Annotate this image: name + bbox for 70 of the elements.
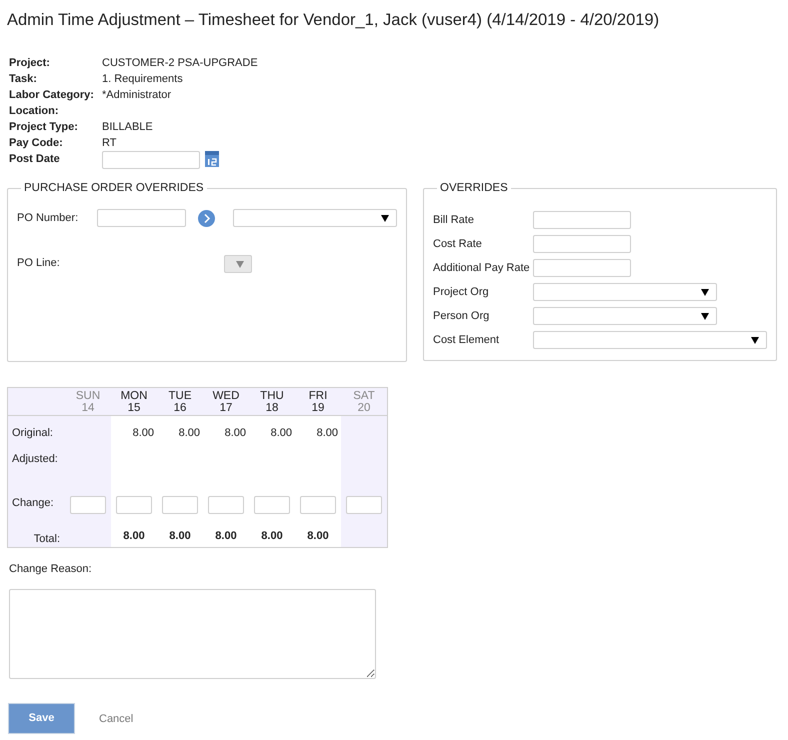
total-value: 8.00	[261, 530, 283, 542]
day-header: SAT 20	[352, 388, 376, 415]
dropdown[interactable]	[533, 331, 767, 350]
field-label: Additional Pay Rate	[433, 261, 531, 276]
hours-field[interactable]	[346, 496, 382, 514]
field-label: PO Line:	[17, 256, 61, 272]
hours-field[interactable]	[254, 496, 290, 514]
panel-legend: PURCHASE ORDER OVERRIDES	[21, 180, 207, 198]
text-field[interactable]	[533, 211, 631, 230]
cancel-link[interactable]: Cancel	[99, 711, 134, 728]
field-label: PO Number:	[17, 211, 80, 226]
panel-legend: OVERRIDES	[437, 180, 511, 198]
row-label: Total:	[34, 532, 61, 546]
change-reason-field[interactable]	[9, 589, 376, 679]
caret-icon	[701, 288, 709, 296]
caret-icon	[381, 214, 389, 222]
total-value: 8.00	[123, 530, 145, 542]
field-label: Location:	[9, 104, 60, 119]
date-field[interactable]	[102, 151, 200, 169]
day-header: MON 15	[120, 388, 148, 415]
field-label: Cost Rate	[433, 237, 483, 252]
page-title: Admin Time Adjustment – Timesheet for Vendor_1, Jack (vuser4) (4/14/2019 - 4/20/2019)	[7, 10, 660, 31]
dropdown[interactable]	[233, 209, 397, 228]
hours-value: 8.00	[270, 427, 292, 439]
field-label: Project Org	[433, 285, 490, 300]
hours-value: 8.00	[132, 427, 154, 439]
row-label: Change:	[12, 496, 55, 511]
total-value: 8.00	[169, 530, 191, 542]
hours-field[interactable]	[70, 496, 106, 514]
hours-field[interactable]	[300, 496, 336, 514]
caret-icon	[701, 312, 709, 320]
caret-icon	[236, 260, 244, 268]
field-label: Post Date	[9, 152, 61, 167]
total-value: 8.00	[307, 530, 329, 542]
text-field[interactable]	[97, 209, 186, 228]
day-header: SUN 14	[74, 388, 102, 415]
field-value: CUSTOMER-2 PSA-UPGRADE	[102, 56, 258, 71]
field-label: Pay Code:	[9, 136, 64, 151]
total-value: 8.00	[215, 530, 237, 542]
row-label: Adjusted:	[12, 452, 59, 466]
field-value: BILLABLE	[102, 120, 153, 135]
day-header: THU 18	[259, 388, 285, 415]
row-label: Original:	[12, 426, 54, 441]
field-label: Bill Rate	[433, 213, 475, 228]
field-value: RT	[102, 136, 116, 151]
day-header: FRI 19	[308, 388, 328, 415]
hours-value: 8.00	[316, 427, 338, 439]
hours-field[interactable]	[208, 496, 244, 514]
field-value: *Administrator	[102, 88, 172, 103]
hours-field[interactable]	[116, 496, 152, 514]
field-label: Project Type:	[9, 120, 79, 135]
text-field[interactable]	[533, 259, 631, 278]
field-label: Project:	[9, 56, 51, 71]
save-button[interactable]: Save	[8, 703, 75, 734]
field-value: 1. Requirements	[102, 72, 183, 87]
dropdown[interactable]	[533, 283, 717, 302]
dropdown[interactable]	[533, 307, 717, 326]
field-label: Labor Category:	[9, 88, 95, 103]
hours-value: 8.00	[178, 427, 200, 439]
field-label: Person Org	[433, 309, 490, 324]
day-header: WED 17	[212, 388, 240, 415]
field-label: Cost Element	[433, 333, 500, 348]
day-header: TUE 16	[168, 388, 192, 415]
field-label: Task:	[9, 72, 38, 87]
text-field[interactable]	[533, 235, 631, 254]
field-label: Change Reason:	[9, 562, 92, 577]
hours-field[interactable]	[162, 496, 198, 514]
calendar-icon[interactable]	[205, 151, 219, 167]
hours-value: 8.00	[224, 427, 246, 439]
caret-icon	[751, 336, 759, 344]
